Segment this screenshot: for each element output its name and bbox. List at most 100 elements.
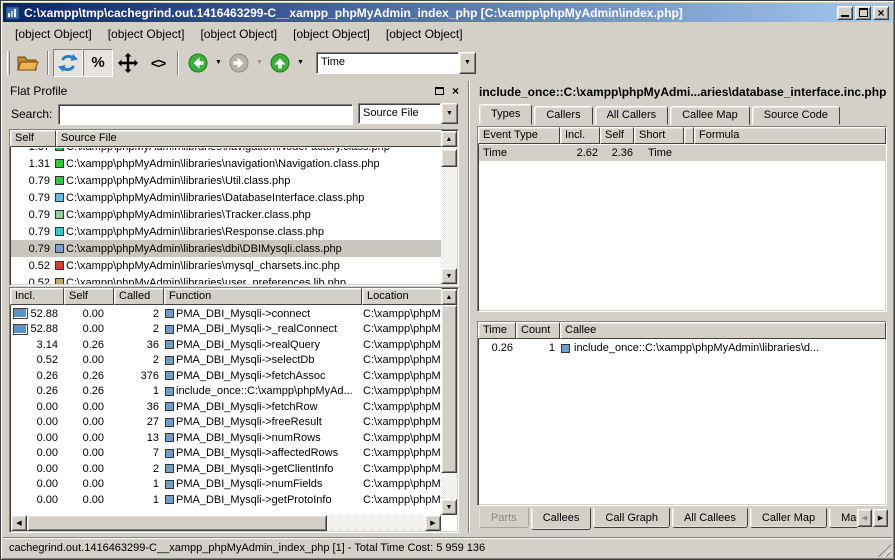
menu-item[interactable]: [object Object] [100,25,193,43]
panel-splitter[interactable] [468,81,470,533]
detail-tab[interactable]: Callee Map [670,106,750,125]
function-row[interactable]: 0.26 0.26 1 include_once::C:\xampp\phpMy… [11,384,441,400]
percent-toggle-button[interactable]: % [83,49,113,77]
source-file-row[interactable]: 0.79 C:\xampp\phpMyAdmin\libraries\Track… [11,206,441,223]
flat-profile-dock-titlebar[interactable]: Flat Profile × [4,81,465,100]
column-header-self[interactable]: Self [64,288,114,305]
search-input[interactable] [58,104,353,125]
function-row[interactable]: 52.88 0.00 2 PMA_DBI_Mysqli->_realConnec… [11,322,441,338]
column-header-location[interactable]: Location [362,288,442,305]
source-file-row[interactable]: 0.52 C:\xampp\phpMyAdmin\libraries\user_… [11,274,441,284]
function-row[interactable]: 0.00 0.00 2 PMA_DBI_Mysqli->getClientInf… [11,461,441,477]
minimize-button[interactable] [837,6,853,20]
column-header-called[interactable]: Called [114,288,164,305]
function-row[interactable]: 52.88 0.00 2 PMA_DBI_Mysqli->connect C:\… [11,306,441,322]
column-header-self[interactable]: Self [600,127,634,144]
function-icon [165,356,174,365]
function-table-hscrollbar[interactable]: ◀ ▶ [11,515,441,531]
reload-button[interactable] [53,49,83,77]
detail-bottom-tab[interactable]: Call Graph [593,508,670,528]
up-button[interactable] [265,49,295,77]
column-header-self[interactable]: Self [10,130,56,147]
source-file-path: C:\xampp\phpMyAdmin\libraries\DatabaseIn… [66,192,364,204]
source-file-list-vscrollbar[interactable]: ▲ ▼ [441,131,457,284]
scroll-up-button[interactable]: ▲ [441,289,457,305]
resize-grip[interactable] [878,544,891,557]
scroll-down-button[interactable]: ▼ [441,268,457,284]
column-header-event-type[interactable]: Event Type [478,127,560,144]
relative-cost-button[interactable] [113,49,143,77]
scrollbar-thumb[interactable] [27,515,327,531]
function-row[interactable]: 0.00 0.00 27 PMA_DBI_Mysqli->freeResult … [11,415,441,431]
function-row[interactable]: 0.00 0.00 1 PMA_DBI_Mysqli->numFields C:… [11,477,441,493]
column-header-incl[interactable]: Incl. [560,127,600,144]
column-header-callee[interactable]: Callee [560,322,886,339]
detail-bottom-tab[interactable]: Parts [479,508,529,528]
scroll-down-button[interactable]: ▼ [441,499,457,515]
dock-float-icon[interactable] [435,87,444,95]
function-row[interactable]: 0.00 0.00 36 PMA_DBI_Mysqli->fetchRow C:… [11,399,441,415]
detail-bottom-tab[interactable]: Machine [829,508,857,528]
event-type-row[interactable]: Time 2.62 2.36 Time [479,145,885,161]
column-header-formula[interactable]: Formula [694,127,886,144]
titlebar[interactable]: C:\xampp\tmp\cachegrind.out.1416463299-C… [3,3,892,22]
scroll-left-button[interactable]: ◀ [11,515,27,531]
detail-tab[interactable]: All Callers [595,106,669,125]
source-file-row[interactable]: 0.79 C:\xampp\phpMyAdmin\libraries\Util.… [11,172,441,189]
toolbar: % <> ▼ ▼ ▼ Time ▼ [3,45,892,80]
cycle-detection-button[interactable]: <> [143,49,173,77]
function-row[interactable]: 0.26 0.26 376 PMA_DBI_Mysqli->fetchAssoc… [11,368,441,384]
source-file-icon [55,261,64,270]
scrollbar-thumb[interactable] [441,149,457,167]
event-type-combobox[interactable]: Time ▼ [316,52,476,74]
detail-bottom-tab[interactable]: All Callees [672,508,748,528]
callee-row[interactable]: 0.26 1 include_once::C:\xampp\phpMyAdmin… [479,340,885,356]
scroll-up-button[interactable]: ▲ [441,131,457,147]
back-dropdown[interactable]: ▼ [213,49,224,77]
combobox-arrow-button[interactable]: ▼ [459,52,476,74]
close-button[interactable]: × [873,6,889,20]
column-header-time[interactable]: Time [478,322,516,339]
source-file-row[interactable]: 0.79 C:\xampp\phpMyAdmin\libraries\Respo… [11,223,441,240]
source-file-path: C:\xampp\phpMyAdmin\libraries\user_prefe… [66,277,346,285]
group-by-combobox[interactable]: Source File ▼ [358,103,458,124]
column-header-spacer[interactable] [684,127,694,144]
source-file-row[interactable]: 0.79 C:\xampp\phpMyAdmin\libraries\Datab… [11,189,441,206]
detail-bottom-tab[interactable]: Caller Map [750,508,827,528]
function-row[interactable]: 0.00 0.00 13 PMA_DBI_Mysqli->numRows C:\… [11,430,441,446]
source-file-row[interactable]: 1.37 C:\xampp\phpMyAdmin\libraries\navig… [11,148,441,155]
menu-item[interactable]: [object Object] [285,25,378,43]
column-header-function[interactable]: Function [164,288,362,305]
column-header-count[interactable]: Count [516,322,560,339]
source-file-row[interactable]: 1.31 C:\xampp\phpMyAdmin\libraries\navig… [11,155,441,172]
detail-tab[interactable]: Callers [534,106,592,125]
source-file-row[interactable]: 0.52 C:\xampp\phpMyAdmin\libraries\mysql… [11,257,441,274]
window-title: C:\xampp\tmp\cachegrind.out.1416463299-C… [24,6,833,20]
menu-item[interactable]: [object Object] [7,25,100,43]
scrollbar-thumb[interactable] [441,305,457,473]
dock-close-icon[interactable]: × [452,84,459,98]
detail-tab[interactable]: Types [479,104,532,125]
function-row[interactable]: 0.00 0.00 1 PMA_DBI_Mysqli->getProtoInfo… [11,492,441,508]
tab-scroll-right-button[interactable]: ▶ [873,509,888,527]
menu-item[interactable]: [object Object] [378,25,471,43]
open-file-button[interactable] [13,49,43,77]
source-file-row[interactable]: 0.79 C:\xampp\phpMyAdmin\libraries\dbi\D… [11,240,441,257]
menu-item[interactable]: [object Object] [192,25,285,43]
function-row[interactable]: 3.14 0.26 36 PMA_DBI_Mysqli->realQuery C… [11,337,441,353]
toolbar-handle[interactable] [7,51,10,75]
column-header-short[interactable]: Short [634,127,684,144]
scroll-right-button[interactable]: ▶ [425,515,441,531]
function-row[interactable]: 0.52 0.00 2 PMA_DBI_Mysqli->selectDb C:\… [11,353,441,369]
detail-tab[interactable]: Source Code [752,106,840,125]
function-row[interactable]: 0.00 0.00 7 PMA_DBI_Mysqli->affectedRows… [11,446,441,462]
combobox-arrow-button[interactable]: ▼ [441,103,458,124]
maximize-button[interactable] [855,6,871,20]
self-cost: 0.00 [65,416,115,428]
detail-bottom-tab[interactable]: Callees [531,508,592,530]
function-table-vscrollbar[interactable]: ▲ ▼ [441,289,457,515]
up-dropdown[interactable]: ▼ [295,49,306,77]
column-header-incl[interactable]: Incl. [10,288,64,305]
column-header-source-file[interactable]: Source File [56,130,442,147]
back-button[interactable] [183,49,213,77]
